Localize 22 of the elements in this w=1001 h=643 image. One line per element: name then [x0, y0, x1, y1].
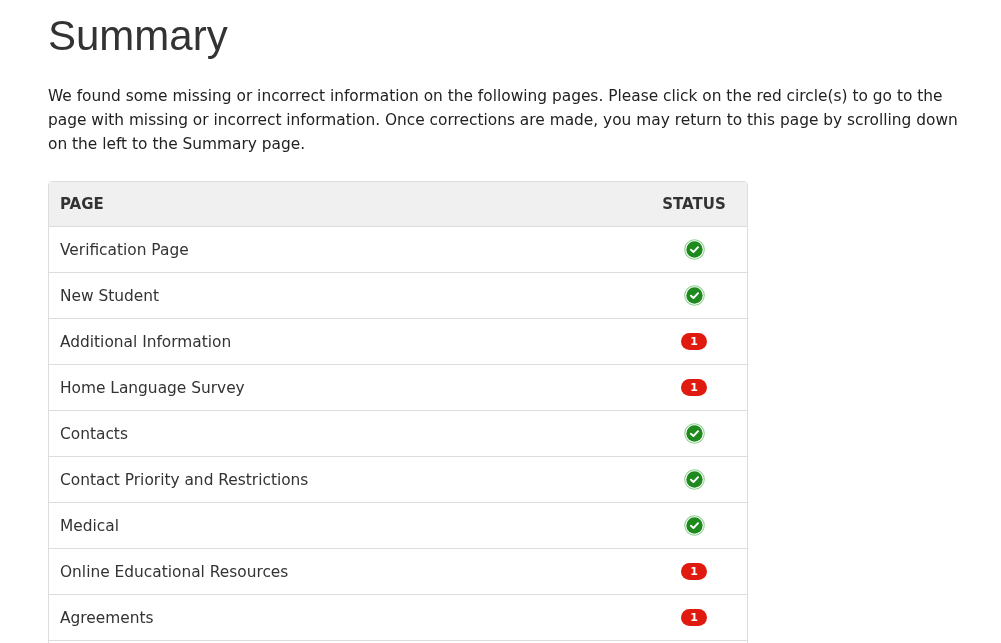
page-name: Agreements	[59, 608, 155, 627]
page-name: New Student	[59, 286, 161, 305]
column-header: PAGE	[59, 195, 105, 213]
error-count-badge[interactable]: 1	[681, 333, 707, 350]
page-name: Contact Priority and Restrictions	[59, 470, 310, 489]
checkmark-icon[interactable]	[683, 469, 705, 490]
page-name: Contacts	[59, 424, 129, 443]
page-name: Verification Page	[59, 240, 190, 259]
intro-paragraph: We found some missing or incorrect information on the following pages. Please click on the red circle(s) to go to the page with missing or incorrect information. Once corrections are made, you may return to this page by scrolling down on the left to the Summary page.	[48, 86, 959, 155]
checkmark-icon[interactable]	[683, 285, 705, 306]
column-header: STATUS	[661, 195, 727, 213]
checkmark-icon[interactable]	[683, 239, 705, 260]
page-title: Summary	[48, 11, 229, 61]
error-count-badge[interactable]: 1	[681, 379, 707, 396]
page-name: Online Educational Resources	[59, 562, 290, 581]
error-count-badge[interactable]: 1	[681, 609, 707, 626]
checkmark-icon[interactable]	[683, 423, 705, 444]
page-name: Additional Information	[59, 332, 233, 351]
checkmark-icon[interactable]	[683, 515, 705, 536]
page-name: Medical	[59, 516, 120, 535]
page-name: Home Language Survey	[59, 378, 246, 397]
error-count-badge[interactable]: 1	[681, 563, 707, 580]
